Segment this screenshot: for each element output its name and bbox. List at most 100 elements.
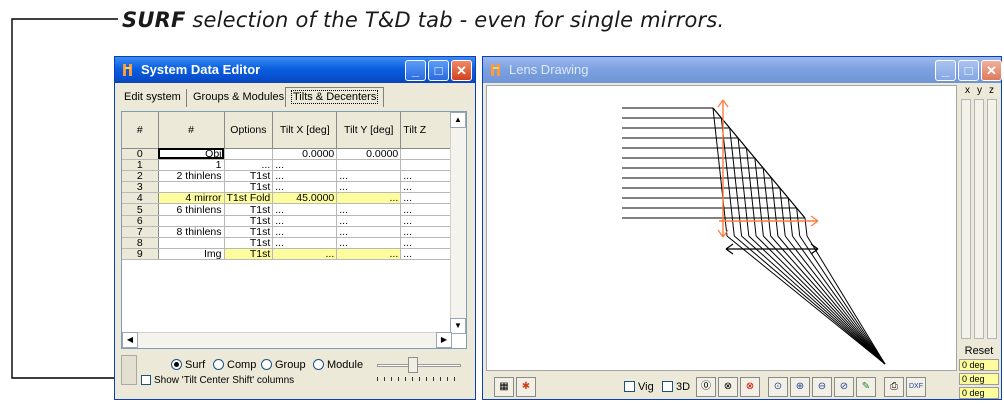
- layout-icon[interactable]: ▦: [494, 377, 514, 397]
- minimize-button[interactable]: _: [935, 60, 956, 81]
- surface-cell[interactable]: Obj: [158, 148, 225, 160]
- tilt-y-cell[interactable]: ...: [336, 192, 402, 205]
- tilt-y-cell[interactable]: ...: [336, 248, 402, 261]
- tilt-x-cell[interactable]: 45.0000: [272, 192, 338, 205]
- col-header[interactable]: Tilt Y [deg]: [336, 112, 402, 149]
- zoom-in-icon[interactable]: ⊕: [790, 377, 810, 397]
- print-icon[interactable]: ⎙: [884, 377, 904, 397]
- tab-edit-system[interactable]: Edit system: [119, 89, 187, 107]
- row-number[interactable]: 3: [122, 181, 159, 194]
- surface-cell[interactable]: 6 thinlens: [158, 203, 225, 216]
- col-header[interactable]: Tilt X [deg]: [272, 112, 338, 149]
- row-number[interactable]: 1: [122, 159, 159, 171]
- close-button[interactable]: ✕: [451, 60, 472, 81]
- scroll-left-button[interactable]: ◀: [122, 332, 138, 348]
- col-header[interactable]: Options: [224, 112, 274, 149]
- tilt-x-cell[interactable]: 0.0000: [272, 148, 338, 160]
- row-number[interactable]: 4: [122, 192, 159, 205]
- lens-titlebar[interactable]: Lens Drawing: [483, 57, 1001, 83]
- col-header[interactable]: #: [158, 112, 225, 149]
- close-button[interactable]: ✕: [981, 60, 1002, 81]
- rotate-x-slider[interactable]: [961, 99, 971, 339]
- col-header[interactable]: #: [122, 112, 159, 149]
- tilt-z-cell[interactable]: ...: [400, 170, 455, 183]
- tilt-x-cell[interactable]: ...: [272, 170, 338, 183]
- tilt-y-cell[interactable]: 0.0000: [336, 148, 402, 160]
- tilt-x-cell[interactable]: ...: [272, 215, 338, 227]
- scroll-right-button[interactable]: ▶: [436, 332, 452, 348]
- tilt-z-cell[interactable]: ...: [400, 248, 455, 261]
- lens-view-icon[interactable]: ⓪: [696, 377, 716, 397]
- tilt-y-cell[interactable]: ...: [336, 226, 402, 239]
- minimize-button[interactable]: _: [405, 60, 426, 81]
- maximize-button[interactable]: □: [958, 60, 979, 81]
- radio-comp[interactable]: Comp: [213, 358, 256, 372]
- zoom-slider-track[interactable]: [377, 364, 461, 367]
- rotate-z-slider[interactable]: [987, 99, 997, 339]
- scroll-up-button[interactable]: ▲: [450, 112, 466, 128]
- tilt-y-cell[interactable]: ...: [336, 203, 402, 216]
- radio-surf[interactable]: Surf: [171, 358, 205, 372]
- tilt-z-cell[interactable]: ...: [400, 237, 455, 250]
- tilt-z-cell[interactable]: ...: [400, 192, 455, 205]
- tilt-z-cell[interactable]: ...: [400, 226, 455, 239]
- tilt-z-cell[interactable]: ...: [400, 203, 455, 216]
- maximize-button[interactable]: □: [428, 60, 449, 81]
- options-cell[interactable]: T1st: [224, 248, 274, 261]
- tilt-y-cell[interactable]: ...: [336, 181, 402, 194]
- tilt-z-cell[interactable]: [400, 148, 455, 160]
- tab-tilts-decenters[interactable]: Tilts & Decenters: [285, 87, 385, 107]
- row-number[interactable]: 5: [122, 203, 159, 216]
- tilt-z-cell[interactable]: ...: [400, 215, 455, 227]
- tilt-y-cell[interactable]: ...: [336, 237, 402, 250]
- tilt-x-cell[interactable]: ...: [272, 181, 338, 194]
- row-number[interactable]: 2: [122, 170, 159, 183]
- zoom-fit-icon[interactable]: ⊙: [768, 377, 788, 397]
- row-number[interactable]: 9: [122, 248, 159, 261]
- surface-cell[interactable]: Img: [158, 248, 225, 261]
- horizontal-scrollbar[interactable]: ◀ ▶: [122, 332, 452, 348]
- row-number[interactable]: 0: [122, 148, 159, 160]
- tilt-x-cell[interactable]: ...: [272, 226, 338, 239]
- rotation-x-value[interactable]: 0 deg: [959, 359, 999, 371]
- tilt-z-cell[interactable]: [400, 159, 455, 171]
- row-number[interactable]: 6: [122, 215, 159, 227]
- threed-checkbox[interactable]: 3D: [662, 381, 690, 393]
- radio-module[interactable]: Module: [313, 358, 363, 372]
- tilt-x-cell[interactable]: ...: [272, 203, 338, 216]
- options-cell[interactable]: [224, 148, 274, 160]
- vig-checkbox[interactable]: Vig: [624, 381, 654, 393]
- zoom-custom-icon[interactable]: ⊘: [834, 377, 854, 397]
- row-number[interactable]: 7: [122, 226, 159, 239]
- radio-group[interactable]: Group: [261, 358, 306, 372]
- tilt-y-cell[interactable]: [336, 159, 402, 171]
- tilt-x-cell[interactable]: ...: [272, 248, 338, 261]
- col-header[interactable]: Tilt Z: [400, 112, 455, 149]
- zoom-slider-thumb[interactable]: [408, 357, 418, 373]
- options-cell[interactable]: T1st: [224, 181, 274, 194]
- tilt-x-cell[interactable]: ...: [272, 237, 338, 250]
- surface-cell[interactable]: 1: [158, 159, 225, 171]
- options-cell[interactable]: T1st: [224, 226, 274, 239]
- surface-cell[interactable]: 2 thinlens: [158, 170, 225, 183]
- side-toggle-button[interactable]: [121, 355, 137, 385]
- options-cell[interactable]: T1st: [224, 215, 274, 227]
- tilt-y-cell[interactable]: ...: [336, 215, 402, 227]
- zoom-out-icon[interactable]: ⊖: [812, 377, 832, 397]
- vertical-scrollbar[interactable]: ▲ ▼: [450, 112, 466, 334]
- tilt-x-cell[interactable]: ...: [272, 159, 338, 171]
- dxf-export-icon[interactable]: DXF: [906, 377, 926, 397]
- surface-cell[interactable]: [158, 215, 225, 227]
- surface-cell[interactable]: [158, 181, 225, 194]
- tilt-z-cell[interactable]: ...: [400, 181, 455, 194]
- cross-view-icon[interactable]: ⊗: [718, 377, 738, 397]
- row-number[interactable]: 8: [122, 237, 159, 250]
- lens-drawing-canvas[interactable]: [486, 85, 957, 371]
- app-switch-icon[interactable]: ✱: [516, 377, 536, 397]
- options-cell[interactable]: ...: [224, 159, 274, 171]
- options-cell[interactable]: T1st: [224, 170, 274, 183]
- export-icon[interactable]: ✎: [856, 377, 876, 397]
- tilt-y-cell[interactable]: ...: [336, 170, 402, 183]
- options-cell[interactable]: T1st Fold: [224, 192, 274, 205]
- options-cell[interactable]: T1st: [224, 203, 274, 216]
